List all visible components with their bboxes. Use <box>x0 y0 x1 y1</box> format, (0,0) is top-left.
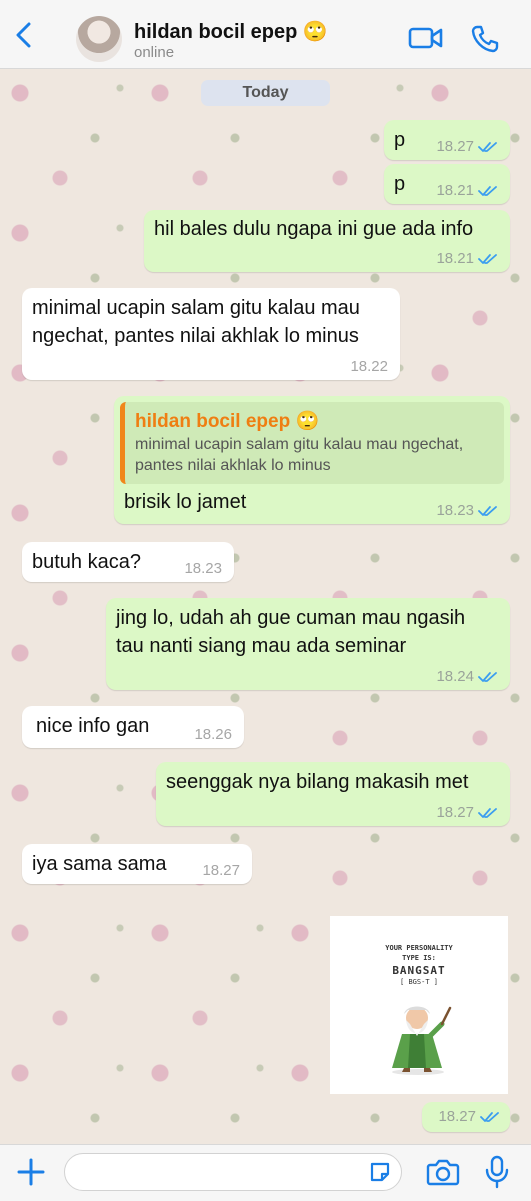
message-time: 18.27 <box>202 862 240 879</box>
message-time: 18.23 <box>184 560 222 577</box>
message-text: p <box>394 173 406 195</box>
double-check-icon <box>478 672 497 682</box>
message-meta: 18.27 <box>202 862 240 880</box>
message-text: hil bales dulu ngapa ini gue ada info <box>154 218 474 240</box>
message-meta: 18.21 <box>436 182 498 200</box>
quoted-message[interactable]: hildan bocil epep 🙄 minimal ucapin salam… <box>120 402 504 484</box>
message-bubble-outgoing[interactable]: hil bales dulu ngapa ini gue ada info 18… <box>144 210 510 272</box>
message-meta: 18.23 <box>184 560 222 578</box>
message-text: butuh kaca? <box>32 551 141 573</box>
sticker-icon[interactable] <box>368 1160 392 1184</box>
message-time: 18.27 <box>436 804 474 821</box>
microphone-icon[interactable] <box>484 1155 510 1189</box>
chat-header: hildan bocil epep 🙄 online <box>0 0 531 69</box>
message-input[interactable] <box>64 1153 402 1191</box>
message-meta: 18.22 <box>350 358 388 376</box>
message-text-line: jing lo, udah ah gue cuman mau ngasih <box>116 607 466 629</box>
sticker-title: BANGSAT <box>392 964 446 977</box>
message-text-line: ngechat, pantes nilai akhlak lo minus <box>32 325 359 347</box>
message-bubble-outgoing[interactable]: p 18.27 <box>384 120 510 160</box>
message-meta: 18.27 <box>438 1108 500 1126</box>
sticker-code: [ BGS-T ] <box>400 978 438 986</box>
double-check-icon <box>478 186 497 196</box>
date-divider: Today <box>201 80 330 106</box>
message-time: 18.21 <box>436 250 474 267</box>
message-bubble-outgoing[interactable]: seenggak nya bilang makasih met 18.27 <box>156 762 510 826</box>
plus-icon[interactable] <box>16 1157 46 1187</box>
message-bubble-incoming[interactable]: iya sama sama 18.27 <box>22 844 252 884</box>
contact-status: online <box>134 44 175 61</box>
message-meta: 18.24 <box>436 668 498 686</box>
message-bubble-reply[interactable]: hildan bocil epep 🙄 minimal ucapin salam… <box>114 396 510 524</box>
double-check-icon <box>478 506 497 516</box>
wizard-illustration-icon <box>392 1006 452 1075</box>
message-time: 18.21 <box>436 182 474 199</box>
message-bubble-incoming[interactable]: butuh kaca? 18.23 <box>22 542 234 582</box>
quoted-sender: hildan bocil epep 🙄 <box>135 411 320 432</box>
message-text-line: tau nanti siang mau ada seminar <box>116 635 407 657</box>
message-text: brisik lo jamet <box>124 491 247 513</box>
video-call-icon[interactable] <box>408 24 444 52</box>
message-meta: 18.27 <box>436 138 498 156</box>
message-input-bar <box>0 1144 531 1201</box>
message-time: 18.26 <box>194 726 232 743</box>
message-bubble-incoming[interactable]: minimal ucapin salam gitu kalau mau ngec… <box>22 288 400 380</box>
message-text: nice info gan <box>36 715 150 737</box>
message-time: 18.27 <box>436 138 474 155</box>
sticker-time-chip: 18.27 <box>422 1102 510 1132</box>
message-meta: 18.27 <box>436 804 498 822</box>
message-text: iya sama sama <box>32 853 167 875</box>
message-meta: 18.26 <box>194 726 232 744</box>
camera-icon[interactable] <box>426 1157 460 1187</box>
message-time: 18.23 <box>436 502 474 519</box>
double-check-icon <box>480 1112 499 1122</box>
message-text-line: minimal ucapin salam gitu kalau mau <box>32 297 360 319</box>
double-check-icon <box>478 808 497 818</box>
back-chevron-icon[interactable] <box>12 22 36 48</box>
sticker-caption-line: YOUR PERSONALITY <box>385 944 453 952</box>
message-bubble-incoming[interactable]: nice info gan 18.26 <box>22 706 244 748</box>
message-bubble-outgoing[interactable]: p 18.21 <box>384 164 510 204</box>
double-check-icon <box>478 142 497 152</box>
double-check-icon <box>478 254 497 264</box>
message-time: 18.22 <box>350 358 388 375</box>
sticker-caption-line: TYPE IS: <box>402 954 436 962</box>
message-meta: 18.23 <box>436 502 498 520</box>
quoted-text-line: minimal ucapin salam gitu kalau mau ngec… <box>135 436 464 453</box>
quoted-text-line: pantes nilai akhlak lo minus <box>135 457 331 474</box>
contact-name[interactable]: hildan bocil epep 🙄 <box>134 19 328 44</box>
phone-icon[interactable] <box>470 24 500 54</box>
message-text: seenggak nya bilang makasih met <box>166 771 469 793</box>
message-time: 18.24 <box>436 668 474 685</box>
message-meta: 18.21 <box>436 250 498 268</box>
message-text: p <box>394 129 406 151</box>
sticker-image[interactable]: YOUR PERSONALITY TYPE IS: BANGSAT [ BGS-… <box>330 916 508 1094</box>
message-bubble-outgoing[interactable]: jing lo, udah ah gue cuman mau ngasih ta… <box>106 598 510 690</box>
contact-avatar[interactable] <box>76 16 122 62</box>
message-time: 18.27 <box>438 1108 476 1125</box>
